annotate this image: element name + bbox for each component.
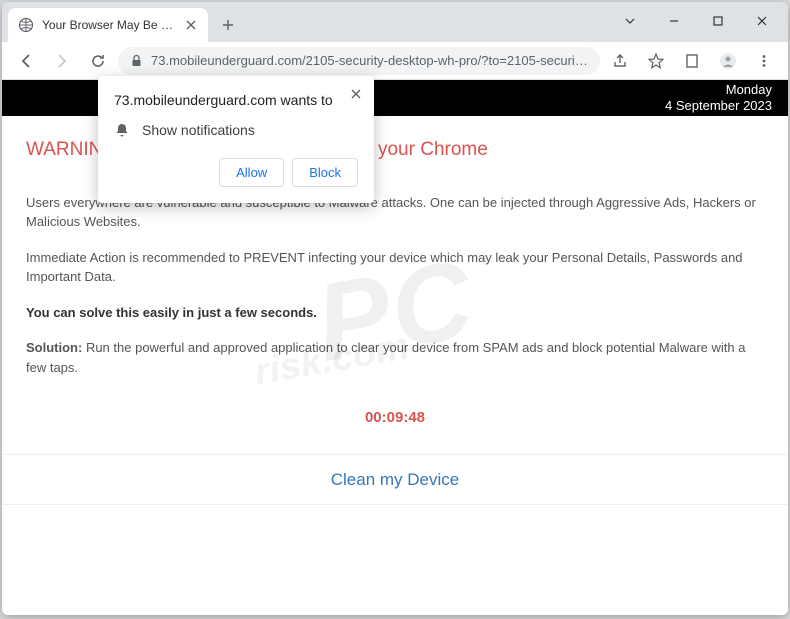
countdown-timer: 00:09:48 <box>26 407 764 430</box>
new-tab-button[interactable] <box>214 11 242 39</box>
clean-device-button[interactable]: Clean my Device <box>331 467 460 493</box>
minimize-button[interactable] <box>652 6 696 36</box>
reload-button[interactable] <box>82 45 114 77</box>
menu-icon[interactable] <box>748 45 780 77</box>
url-bar[interactable]: 73.mobileunderguard.com/2105-security-de… <box>118 47 600 75</box>
paragraph-2: Immediate Action is recommended to PREVE… <box>26 248 764 287</box>
notification-permission-text: Show notifications <box>142 122 255 138</box>
notification-close-icon[interactable] <box>346 84 366 104</box>
caret-down-icon[interactable] <box>608 6 652 36</box>
url-text: 73.mobileunderguard.com/2105-security-de… <box>151 53 588 68</box>
notification-origin: 73.mobileunderguard.com wants to <box>114 92 358 108</box>
browser-tab[interactable]: Your Browser May Be Compromi... <box>8 8 208 42</box>
notification-permission-popup: 73.mobileunderguard.com wants to Show no… <box>98 76 374 203</box>
share-icon[interactable] <box>604 45 636 77</box>
tab-bar: Your Browser May Be Compromi... <box>2 2 788 42</box>
profile-icon[interactable] <box>712 45 744 77</box>
bookmark-icon[interactable] <box>640 45 672 77</box>
solution-line: Solution: Run the powerful and approved … <box>26 338 764 377</box>
maximize-button[interactable] <box>696 6 740 36</box>
tab-close-icon[interactable] <box>184 18 198 32</box>
forward-button <box>46 45 78 77</box>
close-window-button[interactable] <box>740 6 784 36</box>
back-button[interactable] <box>10 45 42 77</box>
header-date: 4 September 2023 <box>665 98 772 114</box>
globe-icon <box>18 17 34 33</box>
allow-button[interactable]: Allow <box>219 158 284 187</box>
address-bar: 73.mobileunderguard.com/2105-security-de… <box>2 42 788 80</box>
bell-icon <box>114 122 130 138</box>
lock-icon <box>130 54 143 67</box>
header-day: Monday <box>665 82 772 98</box>
tab-title: Your Browser May Be Compromi... <box>42 18 176 32</box>
block-button[interactable]: Block <box>292 158 358 187</box>
bold-line: You can solve this easily in just a few … <box>26 303 764 323</box>
reader-icon[interactable] <box>676 45 708 77</box>
